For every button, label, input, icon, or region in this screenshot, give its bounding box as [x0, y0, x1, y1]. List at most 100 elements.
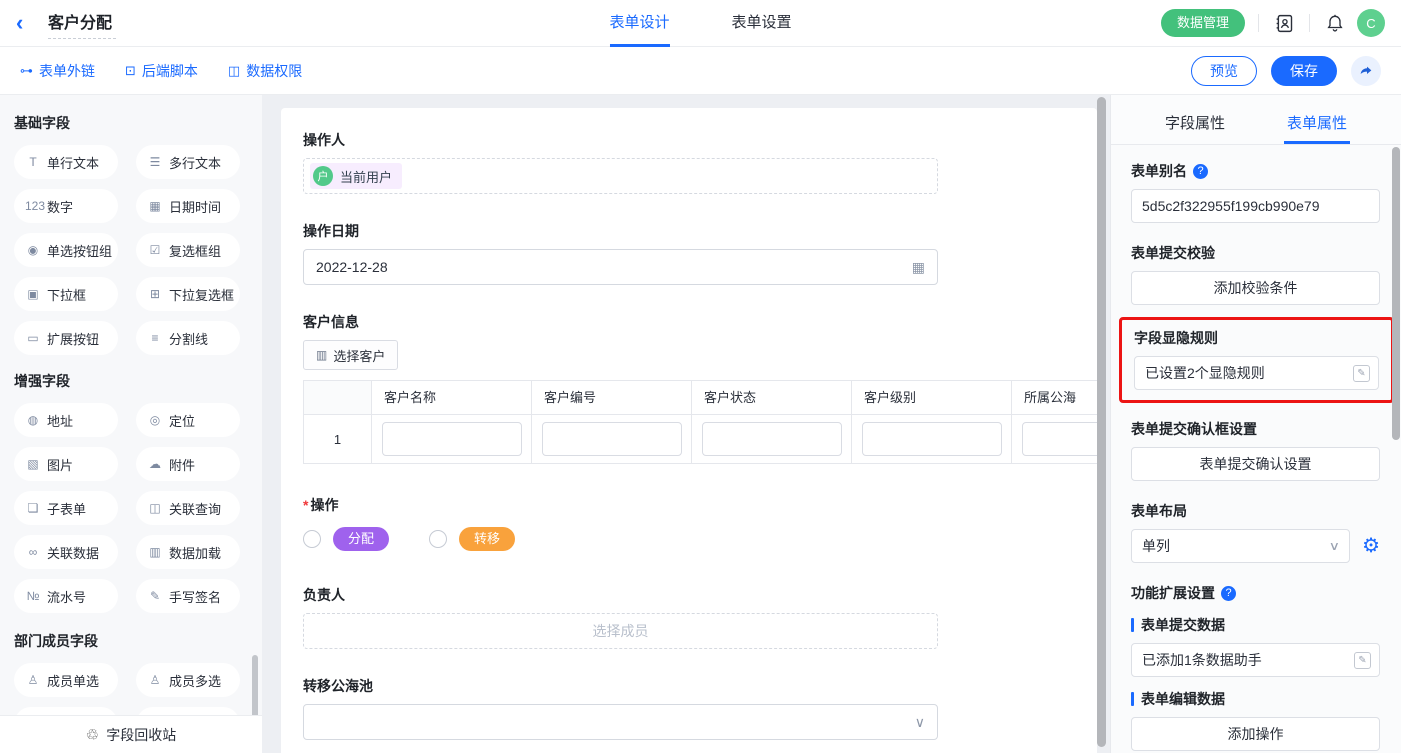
- edit-data-label: 表单编辑数据: [1141, 689, 1225, 709]
- data-permission-link[interactable]: ◫ 数据权限: [228, 61, 302, 81]
- field-palette-item[interactable]: ◫ 关联查询: [136, 491, 240, 525]
- field-palette-item[interactable]: ♙ 成员单选: [14, 663, 118, 697]
- customer-table: 1 客户名称 客户编号 客户状态: [303, 380, 1097, 464]
- form-external-link[interactable]: ⊶ 表单外链: [20, 61, 95, 81]
- recycle-icon: ♲: [86, 726, 99, 744]
- form-alias-input[interactable]: [1131, 189, 1380, 223]
- extensions-label: 功能扩展设置: [1131, 583, 1215, 603]
- edit-icon[interactable]: ✎: [1353, 365, 1370, 382]
- field-palette-item[interactable]: ◍ 地址: [14, 403, 118, 437]
- select-customer-button[interactable]: ▥ 选择客户: [303, 340, 398, 370]
- radio-transfer[interactable]: [429, 530, 447, 548]
- share-button[interactable]: [1351, 56, 1381, 86]
- user-icon: 户: [313, 166, 333, 186]
- field-palette-item[interactable]: ≡ 分割线: [136, 321, 240, 355]
- data-manage-button[interactable]: 数据管理: [1161, 9, 1245, 37]
- preview-button[interactable]: 预览: [1191, 56, 1257, 86]
- submit-confirm-button[interactable]: 表单提交确认设置: [1131, 447, 1380, 481]
- field-type-icon: ◫: [147, 501, 163, 515]
- date-input[interactable]: 2022-12-28 ▦: [303, 249, 938, 285]
- field-palette-item[interactable]: ✎ 手写签名: [136, 579, 240, 613]
- field-type-icon: ▧: [25, 457, 41, 471]
- tab-form-design[interactable]: 表单设计: [609, 0, 669, 47]
- table-cell-input[interactable]: [702, 422, 842, 456]
- tab-form-settings[interactable]: 表单设置: [732, 0, 792, 47]
- field-recycle-bin[interactable]: ♲ 字段回收站: [0, 715, 262, 753]
- help-icon[interactable]: ?: [1221, 586, 1236, 601]
- header-tabs: 表单设计 表单设置: [609, 0, 791, 47]
- enhanced-field-grid: ◍ 地址 ◎ 定位 ▧ 图片 ☁ 附件: [14, 403, 248, 613]
- gear-icon[interactable]: ⚙: [1362, 536, 1380, 556]
- save-button[interactable]: 保存: [1271, 56, 1337, 86]
- field-palette-item[interactable]: ▭ 扩展按钮: [14, 321, 118, 355]
- field-palette-item[interactable]: ◉ 单选按钮组: [14, 233, 118, 267]
- backend-script-link[interactable]: ⊡ 后端脚本: [125, 61, 198, 81]
- field-palette-item[interactable]: ▥ 数据加载: [136, 535, 240, 569]
- field-type-icon: ✎: [147, 589, 163, 603]
- panel-tabs: 字段属性 表单属性: [1111, 95, 1401, 145]
- select-member-input[interactable]: 选择成员: [303, 613, 938, 649]
- notification-bell-icon[interactable]: [1323, 11, 1347, 35]
- divider: [1258, 14, 1259, 32]
- add-validation-button[interactable]: 添加校验条件: [1131, 271, 1380, 305]
- section-title-basic: 基础字段: [14, 113, 262, 133]
- field-palette-item[interactable]: ♙ 成员多选: [136, 663, 240, 697]
- back-icon[interactable]: ‹: [16, 3, 40, 43]
- field-palette-item[interactable]: T 单行文本: [14, 145, 118, 179]
- accent-bar: [1131, 692, 1134, 706]
- field-type-icon: ▣: [25, 287, 41, 301]
- field-palette-item[interactable]: ▦ 日期时间: [136, 189, 240, 223]
- submit-data-value[interactable]: 已添加1条数据助手 ✎: [1131, 643, 1380, 677]
- field-palette-item[interactable]: ▧ 图片: [14, 447, 118, 481]
- visibility-rules-value[interactable]: 已设置2个显隐规则 ✎: [1134, 356, 1379, 390]
- panel-scrollbar[interactable]: [1392, 147, 1400, 440]
- field-label: 客户信息: [303, 312, 1075, 332]
- add-operation-button[interactable]: 添加操作: [1131, 717, 1380, 751]
- field-label: *操作: [303, 495, 1075, 515]
- table-cell-input[interactable]: [382, 422, 522, 456]
- option-assign-pill[interactable]: 分配: [333, 527, 389, 551]
- field-label: 转移公海池: [303, 676, 1075, 696]
- layout-select[interactable]: 单列 ∨: [1131, 529, 1350, 563]
- form-layout-group: 表单布局 单列 ∨ ⚙: [1131, 501, 1380, 563]
- field-palette-item[interactable]: ◎ 定位: [136, 403, 240, 437]
- operator-input[interactable]: 户 当前用户: [303, 158, 938, 194]
- contacts-icon[interactable]: [1272, 11, 1296, 35]
- chevron-down-icon: ∨: [1329, 539, 1340, 553]
- field-palette-item[interactable]: ❏ 子表单: [14, 491, 118, 525]
- field-palette-item[interactable]: ▣ 下拉框: [14, 277, 118, 311]
- field-palette-item[interactable]: ☑ 复选框组: [136, 233, 240, 267]
- field-palette-item[interactable]: ☰ 多行文本: [136, 145, 240, 179]
- field-type-icon: ♙: [147, 673, 163, 687]
- field-palette-item[interactable]: ∞ 关联数据: [14, 535, 118, 569]
- app-header: ‹ 客户分配 表单设计 表单设置 数据管理 C: [0, 0, 1401, 47]
- table-cell-input[interactable]: [1022, 422, 1098, 456]
- option-transfer-pill[interactable]: 转移: [459, 527, 515, 551]
- edit-icon[interactable]: ✎: [1354, 652, 1371, 669]
- radio-assign[interactable]: [303, 530, 321, 548]
- page-title[interactable]: 客户分配: [48, 7, 116, 39]
- column-header: 客户编号: [532, 381, 691, 415]
- column-header: 客户级别: [852, 381, 1011, 415]
- field-palette-item[interactable]: № 流水号: [14, 579, 118, 613]
- field-label: 负责人: [303, 585, 1075, 605]
- field-palette-item[interactable]: 123 数字: [14, 189, 118, 223]
- form-alias-label: 表单别名: [1131, 161, 1187, 181]
- field-type-icon: ☰: [147, 155, 163, 169]
- canvas-scrollbar[interactable]: [1097, 97, 1106, 747]
- field-action: *操作 分配 转移: [303, 495, 1075, 551]
- tab-field-properties[interactable]: 字段属性: [1162, 112, 1228, 144]
- submit-validation-group: 表单提交校验 添加校验条件: [1131, 243, 1380, 305]
- field-palette-item[interactable]: ☁ 附件: [136, 447, 240, 481]
- field-type-icon: ◍: [25, 413, 41, 427]
- pool-select[interactable]: ∨: [303, 704, 938, 740]
- table-cell-input[interactable]: [542, 422, 682, 456]
- tab-form-properties[interactable]: 表单属性: [1284, 112, 1350, 144]
- user-avatar[interactable]: C: [1357, 9, 1385, 37]
- field-palette-item[interactable]: ⊞ 下拉复选框: [136, 277, 240, 311]
- required-mark: *: [303, 497, 308, 513]
- field-owner: 负责人 选择成员: [303, 585, 1075, 649]
- field-label: 操作日期: [303, 221, 1075, 241]
- help-icon[interactable]: ?: [1193, 164, 1208, 179]
- table-cell-input[interactable]: [862, 422, 1002, 456]
